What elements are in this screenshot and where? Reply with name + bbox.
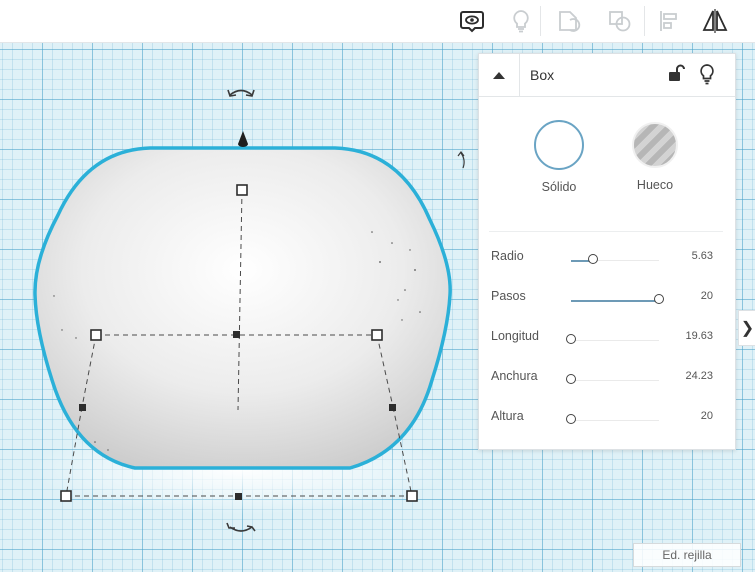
solid-mode-button[interactable]: Sólido [519,120,599,194]
top-toolbar [0,0,755,43]
lift-cone-icon[interactable] [238,131,248,147]
hole-swatch[interactable] [632,122,678,168]
rotate-bottom-icon[interactable] [226,522,256,532]
property-slider[interactable] [571,254,659,264]
corner-handle[interactable] [406,490,418,502]
toolbar-divider [644,6,645,36]
slider-knob[interactable] [654,294,664,304]
notes-visibility-icon [460,11,484,33]
slider-knob[interactable] [566,334,576,344]
rotate-side-icon[interactable] [457,151,465,169]
property-value[interactable]: 5.63 [692,250,713,262]
property-label: Pasos [491,289,526,303]
mirror-button[interactable] [697,4,733,38]
property-row-radio: Radio 5.63 [479,249,735,273]
lightbulb-icon [700,64,714,85]
ungroup-button[interactable] [602,4,638,38]
height-handle[interactable] [236,184,248,196]
property-row-longitud: Longitud 19.63 [479,329,735,353]
chevron-right-icon: ❯ [740,320,755,337]
edge-handle[interactable] [235,493,242,500]
property-label: Altura [491,409,524,423]
corner-handle[interactable] [60,490,72,502]
collapse-panel-button[interactable] [479,54,520,96]
property-value[interactable]: 24.23 [685,370,713,382]
property-slider[interactable] [566,334,659,344]
property-label: Longitud [491,329,539,343]
corner-handle[interactable] [371,329,383,341]
property-row-pasos: Pasos 20 [479,289,735,313]
property-value[interactable]: 20 [701,410,713,422]
lightbulb-button[interactable] [503,4,539,38]
slider-knob[interactable] [566,374,576,384]
group-icon [559,11,581,32]
align-icon [660,11,677,31]
mirror-icon [702,9,728,33]
property-label: Anchura [491,369,538,383]
lock-button[interactable] [665,63,687,85]
slider-knob[interactable] [588,254,598,264]
edit-grid-button[interactable]: Ed. rejilla [633,543,741,567]
toolbar-divider [540,6,541,36]
center-handle[interactable] [233,331,240,338]
slider-fill [571,299,659,302]
property-label: Radio [491,249,524,263]
property-row-anchura: Anchura 24.23 [479,369,735,393]
inspector-divider [489,231,723,232]
align-button[interactable] [651,4,687,38]
property-slider[interactable] [571,294,664,304]
property-value[interactable]: 19.63 [685,330,713,342]
solid-swatch[interactable] [534,120,584,170]
property-value[interactable]: 20 [701,290,713,302]
property-row-altura: Altura 20 [479,409,735,433]
slider-knob[interactable] [566,414,576,424]
rotate-top-icon[interactable] [227,89,255,97]
hole-label: Hueco [636,178,674,192]
property-slider[interactable] [566,374,659,384]
property-slider[interactable] [566,414,659,424]
rounded-box-shape[interactable] [33,146,452,470]
solid-label: Sólido [541,180,577,194]
hole-mode-button[interactable]: Hueco [615,120,695,192]
lightbulb-icon [513,10,529,33]
ungroup-icon [609,11,631,32]
shape-inspector-panel: Box Sólido Hueco Radio 5.63 Pasos 20 Longitu… [478,53,736,450]
inspector-title: Box [530,67,555,83]
visibility-bulb-button[interactable] [696,63,718,85]
edge-handle[interactable] [389,404,396,411]
notes-visibility-button[interactable] [454,4,490,38]
triangle-up-icon [493,72,505,79]
group-button[interactable] [552,4,588,38]
unlock-icon [669,64,685,81]
expand-side-panel-button[interactable]: ❯ [738,310,755,346]
corner-handle[interactable] [90,329,102,341]
edge-handle[interactable] [79,404,86,411]
inspector-header: Box [479,54,735,97]
